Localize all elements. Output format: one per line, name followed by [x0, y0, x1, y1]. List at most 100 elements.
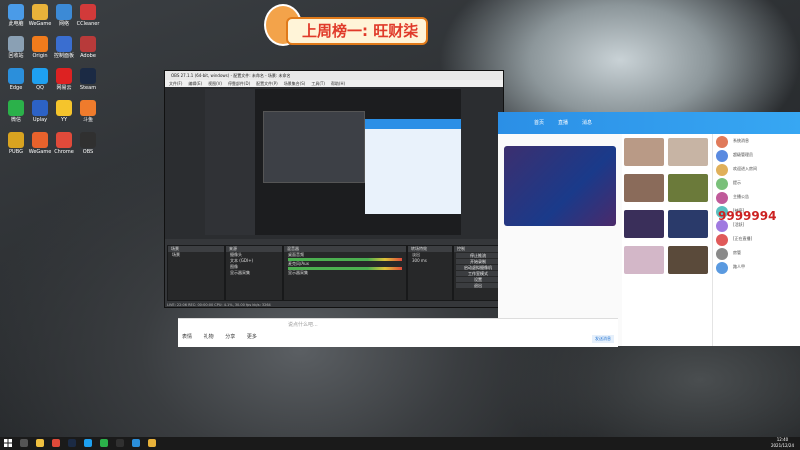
obs-menu-item[interactable]: 文件(F) — [169, 81, 182, 86]
stream-thumbnail[interactable] — [504, 146, 616, 226]
live-client-header[interactable]: 首页 直播 消息 — [498, 112, 800, 134]
message-item[interactable]: 系统消息 — [713, 134, 800, 148]
stream-tile[interactable] — [624, 210, 664, 238]
desktop-icon[interactable]: 斗鱼 — [74, 100, 102, 123]
obs-menu-item[interactable]: 配置文件(P) — [256, 81, 278, 86]
live-client-window[interactable]: 首页 直播 消息 系统消息 超级管理员 欢迎进入房间 提示 主播公告 [神豪] [活跃] [正… — [498, 112, 800, 346]
stream-tile[interactable] — [624, 246, 664, 274]
preview-nested-window — [263, 111, 365, 183]
desktop-icon-label: 控制面板 — [53, 53, 74, 59]
app-icon — [8, 4, 24, 20]
message-item[interactable]: [正在直播] — [713, 232, 800, 246]
qq-icon[interactable] — [84, 439, 92, 447]
desktop-icon-label: OBS — [82, 149, 94, 155]
desktop-icon-label: Edge — [9, 85, 23, 91]
message-text: 主播公告 — [733, 194, 749, 199]
chat-input-area[interactable]: 说点什么吧... 表情 礼物 分享 更多 发送消息 — [178, 318, 618, 347]
desktop-icon-label: Adobe — [80, 53, 96, 59]
message-text: 欢迎进入房间 — [733, 166, 757, 171]
stream-tile[interactable] — [624, 174, 664, 202]
desktop-icon[interactable]: CCleaner — [74, 4, 102, 27]
stream-grid — [622, 134, 712, 346]
transition-duration[interactable]: 300 ms — [408, 258, 452, 264]
obs-menu-item[interactable]: 视图(V) — [208, 81, 222, 86]
mixer-channel: 显示器采集 — [288, 270, 308, 275]
obs-menu-item[interactable]: 场景集合(S) — [284, 81, 306, 86]
desktop-icon-label: WeGame — [28, 21, 52, 27]
obs-menu-item[interactable]: 帮助(H) — [331, 81, 345, 86]
app-icon — [32, 4, 48, 20]
system-clock[interactable]: 12:40 2021/12/24 — [771, 437, 794, 449]
stream-tile[interactable] — [668, 174, 708, 202]
obs-menu-item[interactable]: 工具(T) — [311, 81, 325, 86]
send-button[interactable]: 发送消息 — [592, 335, 614, 343]
stream-tile[interactable] — [668, 138, 708, 166]
source-item[interactable]: 显示器采集 — [226, 270, 282, 276]
search-icon[interactable] — [20, 439, 28, 447]
transitions-dock[interactable]: 转场特效 淡出 300 ms — [407, 245, 453, 301]
edge-icon[interactable] — [132, 439, 140, 447]
emoji-button[interactable]: 表情 — [182, 334, 192, 340]
top-fan-banner: 上周榜一: 旺财柒 — [262, 4, 448, 46]
chrome-icon[interactable] — [52, 439, 60, 447]
desktop-icon[interactable]: OBS — [74, 132, 102, 155]
tab-live[interactable]: 直播 — [558, 119, 568, 126]
message-item[interactable]: 提示 — [713, 176, 800, 190]
sources-dock[interactable]: 来源 摄像头 文本 (GDI+) 图像 显示器采集 — [225, 245, 283, 301]
app-icon — [80, 4, 96, 20]
desktop-icon-label: WeGame — [28, 149, 52, 155]
app-icon — [56, 100, 72, 116]
file-explorer-icon[interactable] — [36, 439, 44, 447]
obs-preview[interactable] — [205, 89, 461, 235]
message-text: 路人甲 — [733, 264, 745, 269]
stop-stream-button[interactable]: 停止推流 — [456, 253, 500, 258]
controls-dock[interactable]: 控制 停止推流 开始录制 启动虚拟摄像机 工作室模式 设置 退出 — [453, 245, 503, 301]
obs-icon[interactable] — [116, 439, 124, 447]
app-icon — [56, 132, 72, 148]
message-item[interactable]: 房管 — [713, 246, 800, 260]
avatar — [716, 234, 728, 246]
tab-home[interactable]: 首页 — [534, 119, 544, 126]
app-icon — [32, 100, 48, 116]
studio-mode-button[interactable]: 工作室模式 — [456, 271, 500, 276]
message-item[interactable]: 欢迎进入房间 — [713, 162, 800, 176]
desktop-icon-label: PUBG — [9, 149, 23, 155]
message-item[interactable]: 路人甲 — [713, 260, 800, 274]
mixer-dock[interactable]: 混音器 桌面音频 麦克风/Aux 显示器采集 — [283, 245, 407, 301]
preview-qq-header — [365, 119, 461, 129]
virtual-camera-button[interactable]: 启动虚拟摄像机 — [456, 265, 500, 270]
stream-tile[interactable] — [668, 210, 708, 238]
desktop-icon-label: 网易云 — [56, 85, 72, 91]
desktop-icon[interactable]: Steam — [74, 68, 102, 91]
more-button[interactable]: 更多 — [247, 334, 257, 340]
scene-item[interactable]: 场景 — [168, 252, 224, 258]
stream-tile[interactable] — [668, 246, 708, 274]
gift-button[interactable]: 礼物 — [204, 334, 214, 340]
obs-window[interactable]: OBS 27.1.1 (64-bit, windows) - 配置文件: 未命名… — [164, 70, 504, 308]
app-icon — [56, 68, 72, 84]
desktop-icon[interactable]: Adobe — [74, 36, 102, 59]
stream-banner[interactable] — [498, 134, 622, 346]
settings-button[interactable]: 设置 — [456, 277, 500, 282]
share-button[interactable]: 分享 — [225, 334, 235, 340]
obs-menu-item[interactable]: 停靠部件(D) — [228, 81, 250, 86]
avatar — [716, 164, 728, 176]
wechat-icon[interactable] — [100, 439, 108, 447]
controls-title: 控制 — [454, 246, 502, 252]
message-item[interactable]: 主播公告 — [713, 190, 800, 204]
avatar — [716, 248, 728, 260]
app-icon — [8, 68, 24, 84]
exit-button[interactable]: 退出 — [456, 283, 500, 288]
obs-docks: 场景 场景 来源 摄像头 文本 (GDI+) 图像 显示器采集 混音器 桌面音频… — [165, 239, 503, 307]
windows-start-icon[interactable] — [4, 439, 12, 447]
wegame-icon[interactable] — [148, 439, 156, 447]
tab-messages[interactable]: 消息 — [582, 119, 592, 126]
obs-menu-item[interactable]: 编辑(E) — [188, 81, 202, 86]
stream-tile[interactable] — [624, 138, 664, 166]
chat-input[interactable]: 说点什么吧... — [178, 319, 618, 331]
message-item[interactable]: 超级管理员 — [713, 148, 800, 162]
start-record-button[interactable]: 开始录制 — [456, 259, 500, 264]
steam-icon[interactable] — [68, 439, 76, 447]
obs-title-bar[interactable]: OBS 27.1.1 (64-bit, windows) - 配置文件: 未命名… — [165, 71, 503, 80]
scenes-dock[interactable]: 场景 场景 — [167, 245, 225, 301]
